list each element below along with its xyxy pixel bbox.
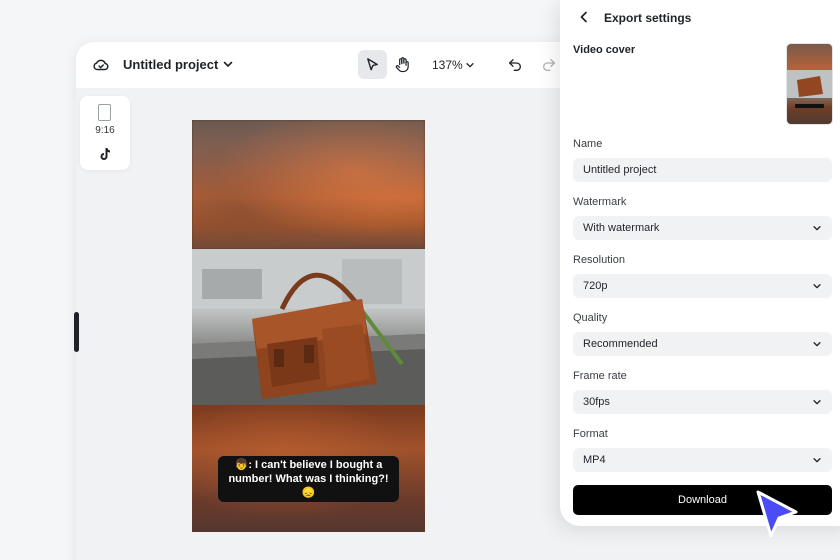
framerate-value: 30fps (583, 396, 610, 408)
cover-bag-illustration (787, 70, 832, 108)
chevron-down-icon (813, 226, 821, 231)
watermark-value: With watermark (583, 222, 660, 234)
export-settings-panel: Export settings Video cover Name Untitle… (560, 0, 840, 526)
resolution-value: 720p (583, 280, 608, 292)
video-cover-label: Video cover (573, 44, 636, 56)
chevron-down-icon[interactable] (465, 60, 475, 70)
video-preview[interactable]: 👦: I can't believe I bought a number! Wh… (192, 120, 425, 532)
framerate-label: Frame rate (573, 370, 627, 382)
watermark-select[interactable]: With watermark (573, 216, 832, 240)
resolution-label: Resolution (573, 254, 625, 266)
format-label: Format (573, 428, 608, 440)
framerate-select[interactable]: 30fps (573, 390, 832, 414)
hand-icon[interactable] (394, 56, 411, 73)
quality-label: Quality (573, 312, 608, 324)
resolution-select[interactable]: 720p (573, 274, 832, 298)
back-arrow-icon[interactable] (578, 11, 590, 23)
redo-icon[interactable] (541, 57, 557, 73)
project-title[interactable]: Untitled project (123, 57, 218, 72)
panel-resize-handle[interactable] (74, 312, 79, 352)
undo-icon[interactable] (507, 57, 523, 73)
tiktok-icon (100, 148, 110, 160)
quality-select[interactable]: Recommended (573, 332, 832, 356)
video-blur-background-top (192, 120, 425, 249)
select-tool-button[interactable] (358, 50, 387, 79)
format-select[interactable]: MP4 (573, 448, 832, 472)
chevron-down-icon[interactable] (222, 58, 234, 70)
name-input[interactable]: Untitled project (573, 158, 832, 182)
chevron-down-icon (813, 284, 821, 289)
panel-title: Export settings (604, 11, 692, 25)
video-caption[interactable]: 👦: I can't believe I bought a number! Wh… (218, 456, 399, 502)
bag-illustration (192, 249, 425, 405)
chevron-down-icon (813, 400, 821, 405)
aspect-ratio-label: 9:16 (95, 125, 115, 136)
select-pointer-icon (367, 58, 378, 71)
zoom-level[interactable]: 137% (432, 58, 463, 72)
aspect-ratio-icon (98, 104, 111, 121)
aspect-ratio-card[interactable]: 9:16 (80, 96, 130, 170)
chevron-down-icon (813, 342, 821, 347)
name-label: Name (573, 138, 603, 150)
video-frame-bag-photo (192, 249, 425, 405)
format-value: MP4 (583, 454, 606, 466)
video-cover-thumbnail[interactable] (787, 44, 832, 124)
watermark-label: Watermark (573, 196, 627, 208)
chevron-down-icon (813, 458, 821, 463)
cloud-icon[interactable] (92, 56, 110, 74)
cursor-icon (756, 490, 798, 538)
quality-value: Recommended (583, 338, 658, 350)
